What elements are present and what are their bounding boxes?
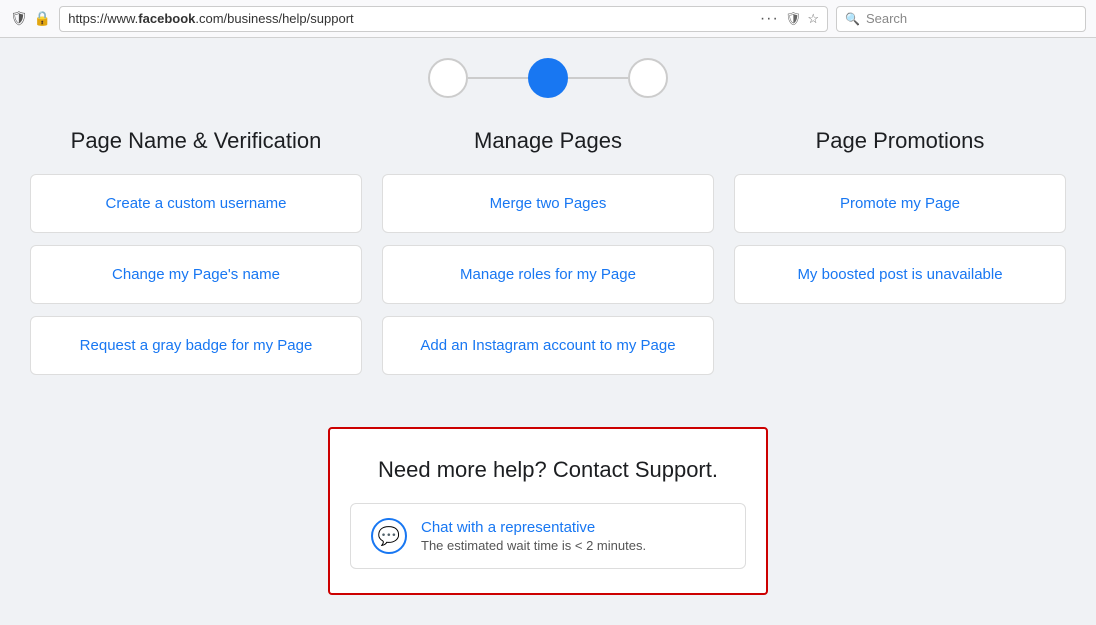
contact-support-box: Need more help? Contact Support. 💬 Chat …: [328, 427, 768, 595]
category-page-name-verification: Page Name & Verification Create a custom…: [30, 128, 362, 387]
btn-create-custom-username[interactable]: Create a custom username: [30, 174, 362, 233]
progress-line-1: [468, 77, 528, 79]
categories-section: Page Name & Verification Create a custom…: [30, 128, 1066, 387]
btn-request-gray-badge[interactable]: Request a gray badge for my Page: [30, 316, 362, 375]
category-page-promotions: Page Promotions Promote my Page My boost…: [734, 128, 1066, 316]
btn-boosted-post-unavailable[interactable]: My boosted post is unavailable: [734, 245, 1066, 304]
col-1-title: Page Name & Verification: [30, 128, 362, 154]
url-suffix: .com/business/help/support: [195, 11, 353, 26]
contact-support-title: Need more help? Contact Support.: [350, 457, 746, 483]
category-manage-pages: Manage Pages Merge two Pages Manage role…: [382, 128, 714, 387]
chat-text-area: Chat with a representative The estimated…: [421, 519, 646, 553]
url-domain: facebook: [138, 11, 195, 26]
search-icon: 🔍: [845, 12, 860, 26]
btn-change-page-name[interactable]: Change my Page's name: [30, 245, 362, 304]
shield-icon: 🛡: [10, 10, 28, 27]
browser-security-icons: 🛡 🔒: [10, 10, 51, 27]
progress-step-2: [528, 58, 568, 98]
btn-promote-page[interactable]: Promote my Page: [734, 174, 1066, 233]
chat-title: Chat with a representative: [421, 519, 646, 536]
more-options-icon[interactable]: ···: [760, 10, 779, 28]
tracking-protection-icon: 🛡: [785, 11, 802, 27]
search-placeholder-text: Search: [866, 11, 907, 26]
col-2-title: Manage Pages: [382, 128, 714, 154]
browser-toolbar: 🛡 🔒 https://www.facebook.com/business/he…: [0, 0, 1096, 38]
page-content: Page Name & Verification Create a custom…: [0, 38, 1096, 625]
progress-line-2: [568, 77, 628, 79]
progress-step-1: [428, 58, 468, 98]
bookmark-icon[interactable]: ☆: [807, 11, 819, 27]
lock-icon: 🔒: [34, 10, 51, 27]
url-text: https://www.facebook.com/business/help/s…: [68, 11, 754, 26]
btn-add-instagram[interactable]: Add an Instagram account to my Page: [382, 316, 714, 375]
btn-merge-two-pages[interactable]: Merge two Pages: [382, 174, 714, 233]
address-bar[interactable]: https://www.facebook.com/business/help/s…: [59, 6, 828, 32]
progress-step-3: [628, 58, 668, 98]
chat-with-representative-button[interactable]: 💬 Chat with a representative The estimat…: [350, 503, 746, 569]
url-prefix: https://www.: [68, 11, 138, 26]
chat-bubble-icon: 💬: [371, 518, 407, 554]
btn-manage-roles[interactable]: Manage roles for my Page: [382, 245, 714, 304]
col-3-title: Page Promotions: [734, 128, 1066, 154]
chat-wait-time: The estimated wait time is < 2 minutes.: [421, 538, 646, 553]
progress-indicator: [30, 58, 1066, 98]
browser-search-bar[interactable]: 🔍 Search: [836, 6, 1086, 32]
